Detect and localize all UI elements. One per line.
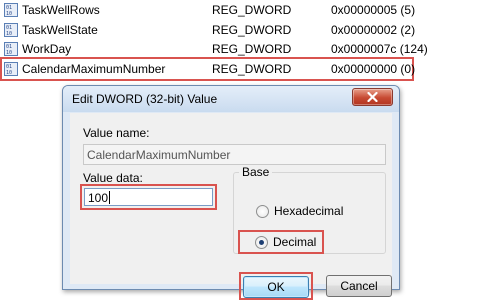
registry-value-icon: 01 10	[4, 42, 18, 56]
base-label: Base	[239, 165, 273, 179]
value-data-highlight: 100	[80, 184, 217, 210]
registry-value-type: REG_DWORD	[212, 42, 292, 56]
registry-value-name: TaskWellRows	[22, 3, 100, 17]
registry-row[interactable]: 01 10 TaskWellState REG_DWORD 0x00000002 …	[0, 20, 420, 40]
edit-dword-dialog: Edit DWORD (32-bit) Value Value name: Ca…	[62, 85, 400, 300]
registry-row-selected[interactable]: 01 10 CalendarMaximumNumber REG_DWORD 0x0…	[0, 57, 416, 81]
text-caret	[109, 191, 111, 204]
registry-value-type: REG_DWORD	[212, 23, 292, 37]
value-data-label: Value data:	[83, 171, 143, 185]
svg-text:10: 10	[6, 31, 12, 37]
registry-value-data: 0x00000005 (5)	[331, 3, 416, 17]
registry-value-data: 0x0000007c (124)	[331, 42, 428, 56]
svg-text:10: 10	[6, 70, 12, 76]
registry-row[interactable]: 01 10 TaskWellRows REG_DWORD 0x00000005 (…	[0, 0, 420, 20]
value-data-text: 100	[88, 191, 109, 205]
ok-button[interactable]: OK	[243, 276, 309, 298]
svg-text:10: 10	[6, 50, 12, 56]
value-data-input[interactable]: 100	[84, 188, 213, 206]
registry-value-icon: 01 10	[4, 3, 18, 17]
value-name-field: CalendarMaximumNumber	[83, 144, 386, 165]
close-button[interactable]	[352, 88, 393, 106]
radio-selected-dot	[259, 240, 264, 245]
registry-value-type: REG_DWORD	[212, 3, 292, 17]
value-name-label: Value name:	[83, 126, 150, 140]
dialog-titlebar[interactable]: Edit DWORD (32-bit) Value	[63, 86, 399, 112]
value-name-text: CalendarMaximumNumber	[87, 148, 231, 162]
registry-value-icon: 01 10	[4, 62, 18, 76]
registry-value-data: 0x00000002 (2)	[331, 23, 416, 37]
cancel-button[interactable]: Cancel	[326, 275, 392, 297]
registry-value-data: 0x00000000 (0)	[331, 62, 416, 76]
registry-value-name: WorkDay	[22, 42, 72, 56]
dialog-body: Value name: CalendarMaximumNumber Value …	[70, 113, 392, 300]
registry-value-name: TaskWellState	[22, 23, 98, 37]
hexadecimal-radio[interactable]	[256, 205, 269, 218]
decimal-radio[interactable]	[255, 236, 268, 249]
registry-value-icon: 01 10	[4, 23, 18, 37]
dialog-title: Edit DWORD (32-bit) Value	[72, 92, 218, 106]
registry-value-name: CalendarMaximumNumber	[22, 62, 166, 76]
hexadecimal-label[interactable]: Hexadecimal	[274, 204, 343, 218]
close-icon	[353, 89, 392, 105]
decimal-highlight: Decimal	[238, 230, 324, 254]
decimal-label[interactable]: Decimal	[273, 235, 316, 249]
registry-value-type: REG_DWORD	[212, 62, 292, 76]
svg-text:10: 10	[6, 11, 12, 17]
registry-row[interactable]: 01 10 WorkDay REG_DWORD 0x0000007c (124)	[0, 39, 428, 59]
ok-highlight: OK	[239, 272, 313, 300]
